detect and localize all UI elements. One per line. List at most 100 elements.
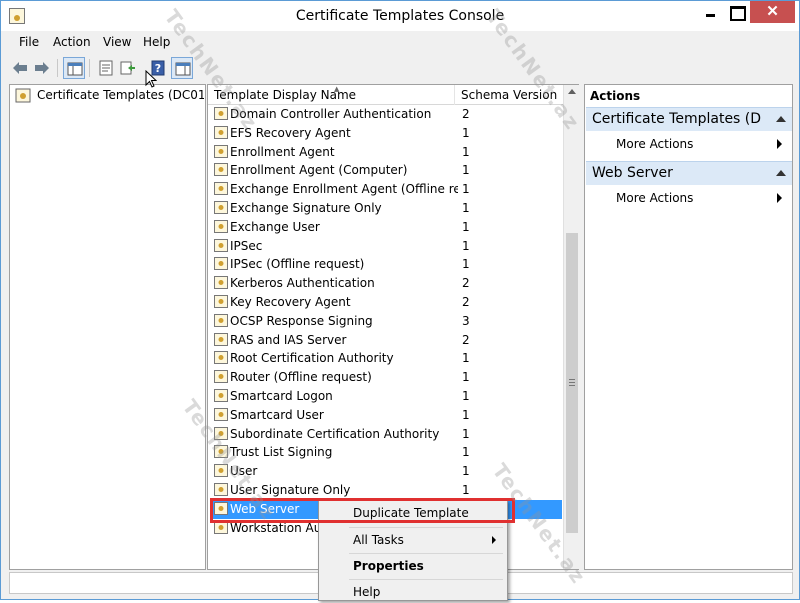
maximize-button[interactable]: [723, 1, 749, 23]
template-row[interactable]: Smartcard User 1: [212, 406, 562, 425]
template-row[interactable]: Key Recovery Agent 2: [212, 293, 562, 312]
template-row[interactable]: Kerberos Authentication 2: [212, 274, 562, 293]
window-title: Certificate Templates Console: [295, 8, 505, 24]
template-row[interactable]: Enrollment Agent (Computer) 1: [212, 161, 562, 180]
certificate-template-icon: [214, 182, 228, 199]
menu-action[interactable]: Action: [53, 35, 91, 49]
template-name: User Signature Only: [230, 483, 351, 497]
collapse-caret-icon[interactable]: [776, 116, 786, 122]
certificate-template-icon: [15, 88, 31, 103]
template-name: OCSP Response Signing: [230, 313, 373, 328]
template-row[interactable]: Exchange Enrollment Agent (Offline requ.…: [212, 180, 562, 199]
template-row[interactable]: EFS Recovery Agent 1: [212, 124, 562, 143]
properties-icon: [99, 60, 113, 76]
template-row[interactable]: Enrollment Agent 1: [212, 143, 562, 162]
template-row[interactable]: RAS and IAS Server 2: [212, 331, 562, 350]
template-row[interactable]: Exchange Signature Only 1: [212, 199, 562, 218]
template-row[interactable]: User Signature Only 1: [212, 481, 562, 500]
schema-version: 3: [462, 313, 470, 328]
column-divider[interactable]: [454, 85, 455, 105]
menu-file[interactable]: File: [19, 35, 39, 49]
template-row[interactable]: Root Certification Authority 1: [212, 349, 562, 368]
template-name: Smartcard Logon: [230, 389, 333, 403]
back-button[interactable]: [9, 57, 31, 79]
schema-version: 1: [462, 257, 470, 272]
collapse-caret-icon[interactable]: [776, 170, 786, 176]
submenu-arrow-icon: [777, 139, 782, 149]
column-header-schema-version[interactable]: Schema Version: [461, 88, 557, 102]
template-row[interactable]: Trust List Signing 1: [212, 443, 562, 462]
certificate-template-icon: [214, 125, 228, 143]
sort-ascending-icon: ▲: [334, 85, 340, 93]
show-tree-icon: [67, 62, 83, 76]
vertical-scrollbar[interactable]: [563, 85, 579, 569]
ctx-properties[interactable]: Properties: [320, 555, 506, 577]
template-name: Key Recovery Agent: [230, 295, 351, 309]
main-window: Certificate Templates Console ✕ File Act…: [0, 0, 800, 601]
template-row[interactable]: OCSP Response Signing 3: [212, 312, 562, 331]
certificate-template-icon: [214, 276, 228, 293]
show-tree-button[interactable]: [63, 57, 85, 79]
template-row[interactable]: Subordinate Certification Authority 1: [212, 425, 562, 444]
template-name: Exchange Enrollment Agent (Offline requ.…: [230, 182, 458, 197]
template-name: Router (Offline request): [230, 370, 372, 385]
template-row[interactable]: Domain Controller Authentication 2: [212, 105, 562, 124]
schema-version: 2: [462, 107, 470, 121]
certificate-template-icon: [214, 351, 228, 368]
more-actions-web-server[interactable]: More Actions: [616, 191, 693, 205]
more-actions-templates[interactable]: More Actions: [616, 137, 693, 151]
show-action-pane-button[interactable]: [171, 57, 193, 79]
certificate-template-icon: [214, 501, 228, 519]
actions-section-header-web-server[interactable]: Web Server: [586, 161, 792, 185]
template-row[interactable]: IPSec (Offline request) 1: [212, 255, 562, 274]
ctx-item-label: Duplicate Template: [353, 506, 469, 520]
scroll-up-arrow-icon[interactable]: [568, 89, 576, 94]
forward-arrow-icon: [35, 62, 49, 74]
template-list-pane: Template Display Name ▲ Schema Version D…: [207, 84, 579, 570]
context-menu: Duplicate Template All Tasks Properties …: [318, 500, 508, 601]
properties-button[interactable]: [95, 57, 117, 79]
template-row[interactable]: User 1: [212, 462, 562, 481]
certificate-template-icon: [214, 144, 228, 162]
schema-version: 1: [462, 370, 470, 385]
certificate-template-icon: [214, 257, 228, 274]
schema-version: 1: [462, 163, 470, 178]
tree-node-certificate-templates[interactable]: Certificate Templates (DC01.tecl: [15, 87, 204, 105]
template-name: IPSec (Offline request): [230, 257, 365, 272]
console-tree-pane: Certificate Templates (DC01.tecl: [9, 84, 206, 570]
template-row[interactable]: IPSec 1: [212, 237, 562, 256]
certificate-template-icon: [214, 201, 228, 218]
schema-version: 1: [462, 351, 470, 366]
scroll-thumb[interactable]: [566, 233, 578, 533]
submenu-arrow-icon: [777, 193, 782, 203]
template-row[interactable]: Exchange User 1: [212, 218, 562, 237]
certificate-template-icon: [214, 370, 228, 387]
certificate-template-icon: [214, 332, 228, 350]
template-row[interactable]: Router (Offline request) 1: [212, 368, 562, 387]
certificate-template-icon: [214, 464, 228, 481]
menu-help[interactable]: Help: [143, 35, 170, 49]
actions-section-header-templates[interactable]: Certificate Templates (D...: [586, 107, 792, 131]
close-icon: ✕: [766, 3, 779, 20]
schema-version: 1: [462, 445, 470, 460]
minimize-button[interactable]: [697, 1, 723, 23]
template-row[interactable]: Smartcard Logon 1: [212, 387, 562, 406]
schema-version: 1: [462, 201, 470, 215]
schema-version: 1: [462, 426, 470, 441]
schema-version: 1: [462, 182, 470, 197]
forward-button[interactable]: [31, 57, 53, 79]
template-name: Trust List Signing: [230, 445, 333, 460]
actions-pane: Actions Certificate Templates (D... More…: [584, 84, 793, 570]
certificate-template-icon: [214, 163, 228, 180]
template-name: User: [230, 464, 258, 479]
list-header: Template Display Name ▲ Schema Version: [208, 85, 564, 105]
schema-version: 2: [462, 295, 470, 309]
ctx-all-tasks[interactable]: All Tasks: [320, 529, 506, 551]
export-list-button[interactable]: [117, 57, 139, 79]
ctx-duplicate-template[interactable]: Duplicate Template: [320, 502, 506, 524]
menu-view[interactable]: View: [103, 35, 131, 49]
certificate-template-icon: [214, 238, 228, 256]
template-name: Exchange Signature Only: [230, 201, 382, 215]
toolbar: ?: [1, 53, 799, 83]
close-button[interactable]: ✕: [750, 1, 795, 23]
